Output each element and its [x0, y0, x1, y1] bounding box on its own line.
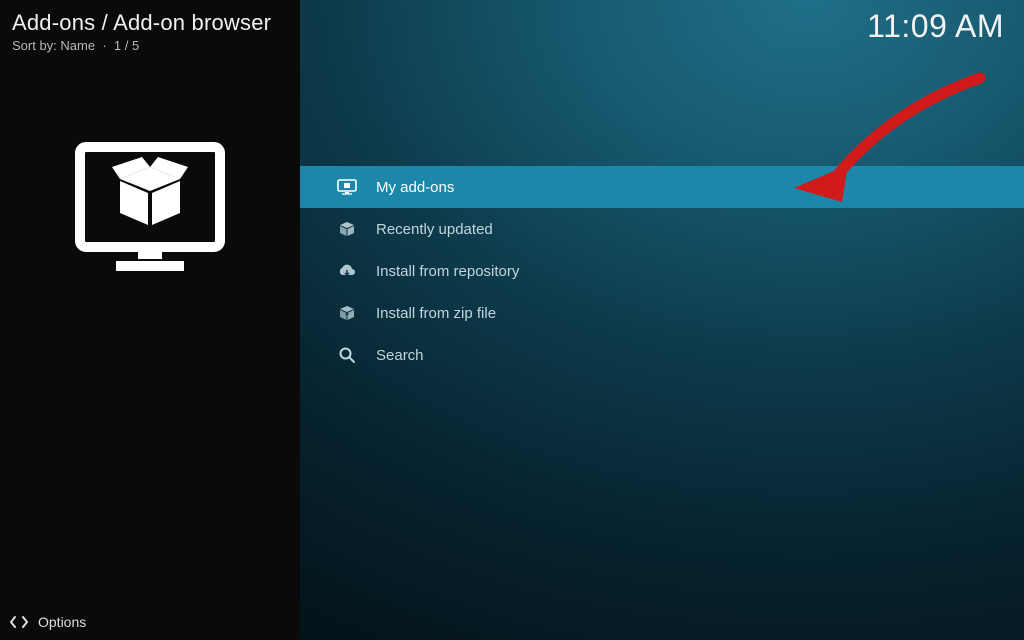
monitor-addon-icon	[336, 179, 358, 195]
main-pane: 11:09 AM My add-ons	[300, 0, 1024, 640]
search-icon	[336, 346, 358, 364]
sidebar: Add-ons / Add-on browser Sort by: Name ·…	[0, 0, 300, 640]
cloud-download-icon	[336, 263, 358, 279]
options-label: Options	[38, 614, 86, 630]
menu-item-install-zip[interactable]: Install from zip file	[300, 292, 1024, 334]
position-indicator: 1 / 5	[114, 38, 139, 53]
sort-value: Name	[60, 38, 95, 53]
open-box-icon	[336, 220, 358, 238]
menu-list: My add-ons Recently updated	[300, 166, 1024, 376]
options-arrows-icon	[10, 615, 28, 629]
clock: 11:09 AM	[867, 8, 1004, 45]
breadcrumb: Add-ons / Add-on browser	[12, 10, 288, 36]
sort-sep: ·	[102, 38, 106, 53]
menu-item-recently-updated[interactable]: Recently updated	[300, 208, 1024, 250]
options-button[interactable]: Options	[10, 614, 86, 630]
menu-item-my-addons[interactable]: My add-ons	[300, 166, 1024, 208]
menu-item-label: My add-ons	[376, 179, 454, 196]
addons-box-monitor-icon	[70, 137, 230, 287]
category-image	[0, 137, 300, 287]
zip-file-icon	[336, 304, 358, 322]
menu-item-label: Install from zip file	[376, 305, 496, 322]
header: Add-ons / Add-on browser Sort by: Name ·…	[0, 0, 300, 57]
menu-item-label: Install from repository	[376, 263, 519, 280]
sort-prefix: Sort by:	[12, 38, 57, 53]
menu-item-install-repository[interactable]: Install from repository	[300, 250, 1024, 292]
menu-item-label: Recently updated	[376, 221, 493, 238]
sort-line[interactable]: Sort by: Name · 1 / 5	[12, 38, 288, 53]
menu-item-label: Search	[376, 347, 424, 364]
menu-item-search[interactable]: Search	[300, 334, 1024, 376]
